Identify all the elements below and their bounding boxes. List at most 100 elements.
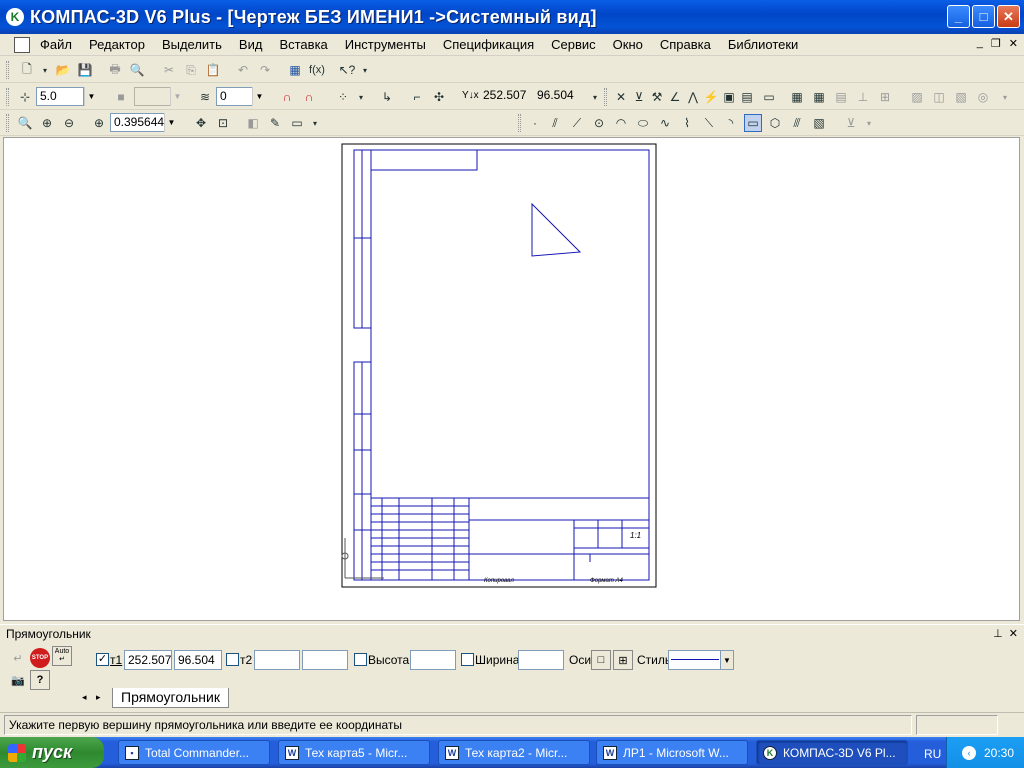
open-folder-icon[interactable]: 📂	[54, 61, 72, 79]
toolbar-grip[interactable]	[6, 61, 9, 79]
document-icon[interactable]	[14, 36, 30, 53]
step-dropdown-icon[interactable]: ▼	[84, 87, 98, 106]
print-icon[interactable]: 🖶	[106, 61, 124, 79]
aux-line-icon[interactable]: ⫽	[546, 114, 564, 132]
rectangle-tool-icon[interactable]: ▭	[744, 114, 762, 132]
tool-c-icon[interactable]: ▤	[832, 88, 850, 106]
copy-icon[interactable]: ⎘	[182, 61, 200, 79]
layers-icon[interactable]: ≋	[196, 88, 214, 106]
zoom-dropdown-icon[interactable]: ▼	[164, 113, 178, 132]
arc-icon[interactable]: ◠	[612, 114, 630, 132]
mdi-minimize-icon[interactable]: _	[977, 37, 983, 50]
pin-icon[interactable]: ⊥	[993, 628, 1003, 640]
tab-prev-icon[interactable]: ◂	[82, 692, 87, 703]
auto-button[interactable]: Auto ↵	[52, 646, 72, 666]
t2-checkbox[interactable]	[226, 653, 239, 666]
spline-icon[interactable]: ∿	[656, 114, 674, 132]
tool-f-icon[interactable]: ▨	[908, 88, 926, 106]
drawing-canvas[interactable]: 1:1 Копировал Формат А4	[3, 137, 1020, 621]
ortho-icon[interactable]: ⌐	[408, 88, 426, 106]
round-icon[interactable]: ✣	[430, 88, 448, 106]
menu-select[interactable]: Выделить	[162, 37, 222, 52]
task-word-tech2[interactable]: W Тех карта2 - Micr...	[438, 740, 590, 765]
snap-tool-3-icon[interactable]: ⚒	[648, 88, 666, 106]
snap-tool-4-icon[interactable]: ∠	[666, 88, 684, 106]
tool-dropdown-icon[interactable]: ▾	[996, 88, 1014, 106]
layer-dropdown-icon[interactable]: ▼	[252, 87, 266, 106]
function-icon[interactable]: f(x)	[308, 61, 326, 79]
snap-magnet-icon[interactable]: ∩	[278, 88, 296, 106]
snap-tool-6-icon[interactable]: ⚡	[702, 88, 720, 106]
undo-icon[interactable]: ↶	[234, 61, 252, 79]
paste-icon[interactable]: 📋	[204, 61, 222, 79]
menu-tools[interactable]: Инструменты	[345, 37, 426, 52]
toolbar-grip[interactable]	[604, 88, 607, 106]
camera-icon[interactable]: 📷	[8, 670, 28, 690]
coord-y-field[interactable]: 96.504	[534, 87, 586, 106]
tool-a-icon[interactable]: ▦	[788, 88, 806, 106]
grid-icon[interactable]: ⁘	[334, 88, 352, 106]
style-input[interactable]	[134, 87, 172, 106]
step-input[interactable]: 5.0	[36, 87, 84, 106]
minimize-button[interactable]: _	[947, 5, 970, 28]
stop-button[interactable]: STOP	[30, 648, 50, 668]
ellipse-icon[interactable]: ⬭	[634, 114, 652, 132]
line-style-dropdown-icon[interactable]: ▼	[720, 650, 734, 670]
language-indicator[interactable]: RU	[924, 747, 941, 761]
pan-icon[interactable]: ✥	[192, 114, 210, 132]
refresh-icon[interactable]: ◧	[244, 114, 262, 132]
menu-specification[interactable]: Спецификация	[443, 37, 534, 52]
brush-icon[interactable]: ✎	[266, 114, 284, 132]
chamfer-icon[interactable]: ⟍	[700, 114, 718, 132]
menu-window[interactable]: Окно	[613, 37, 643, 52]
show-all-icon[interactable]: ⊡	[214, 114, 232, 132]
local-cs-icon[interactable]: ↳	[378, 88, 396, 106]
line-style-select[interactable]	[668, 650, 722, 670]
menu-file[interactable]: Файл	[40, 37, 72, 52]
zoom-in-icon[interactable]: ⊕	[38, 114, 56, 132]
tool-e-icon[interactable]: ⊞	[876, 88, 894, 106]
t1-checkbox[interactable]: ✓	[96, 653, 109, 666]
width-checkbox[interactable]	[461, 653, 474, 666]
axes-off-button[interactable]: □	[591, 650, 611, 670]
task-word-tech5[interactable]: W Тех карта5 - Micr...	[278, 740, 430, 765]
polygon-icon[interactable]: ⬡	[766, 114, 784, 132]
height-input[interactable]	[410, 650, 456, 670]
t1-x-input[interactable]: 252.507	[124, 650, 172, 670]
snap-tool-8-icon[interactable]: ▤	[738, 88, 756, 106]
close-button[interactable]: ✕	[997, 5, 1020, 28]
menu-insert[interactable]: Вставка	[279, 37, 327, 52]
clock[interactable]: 20:30	[984, 746, 1014, 760]
collect-contour-icon[interactable]: ⊻	[842, 114, 860, 132]
new-document-icon[interactable]: 🗋	[18, 61, 36, 79]
snap-tool-5-icon[interactable]: ⋀	[684, 88, 702, 106]
screen-dropdown-icon[interactable]: ▾	[306, 114, 324, 132]
calculator-icon[interactable]: ▦	[286, 61, 304, 79]
zoom-window-icon[interactable]: 🔍	[16, 114, 34, 132]
coord-x-field[interactable]: 252.507	[480, 87, 532, 106]
toolbar-grip[interactable]	[518, 114, 521, 132]
t2-y-input[interactable]	[302, 650, 348, 670]
view-tool-icon[interactable]: ▭	[760, 88, 778, 106]
tab-rectangle[interactable]: Прямоугольник	[112, 688, 229, 708]
menu-view[interactable]: Вид	[239, 37, 263, 52]
zoom-scale-icon[interactable]: ⊕	[90, 114, 108, 132]
help-dropdown-icon[interactable]: ▾	[356, 61, 374, 79]
maximize-button[interactable]: □	[972, 5, 995, 28]
segment-icon[interactable]: ⟋	[568, 114, 586, 132]
tab-next-icon[interactable]: ▸	[96, 692, 101, 703]
circle-icon[interactable]: ⊙	[590, 114, 608, 132]
step-cursor-icon[interactable]: ⊹	[16, 88, 34, 106]
layer-input[interactable]: 0	[216, 87, 254, 106]
coord-dropdown-icon[interactable]: ▾	[586, 88, 604, 106]
menu-service[interactable]: Сервис	[551, 37, 596, 52]
save-icon[interactable]: 💾	[76, 61, 94, 79]
toolbar-grip[interactable]	[6, 114, 9, 132]
style-icon[interactable]: ■	[112, 88, 130, 106]
hatch-icon[interactable]: ▧	[810, 114, 828, 132]
mdi-restore-icon[interactable]: ❐	[991, 37, 1001, 50]
snap-tool-2-icon[interactable]: ⊻	[630, 88, 648, 106]
enter-icon[interactable]: ↵	[8, 648, 28, 668]
tray-arrow-icon[interactable]: ‹	[961, 745, 976, 760]
menu-help[interactable]: Справка	[660, 37, 711, 52]
